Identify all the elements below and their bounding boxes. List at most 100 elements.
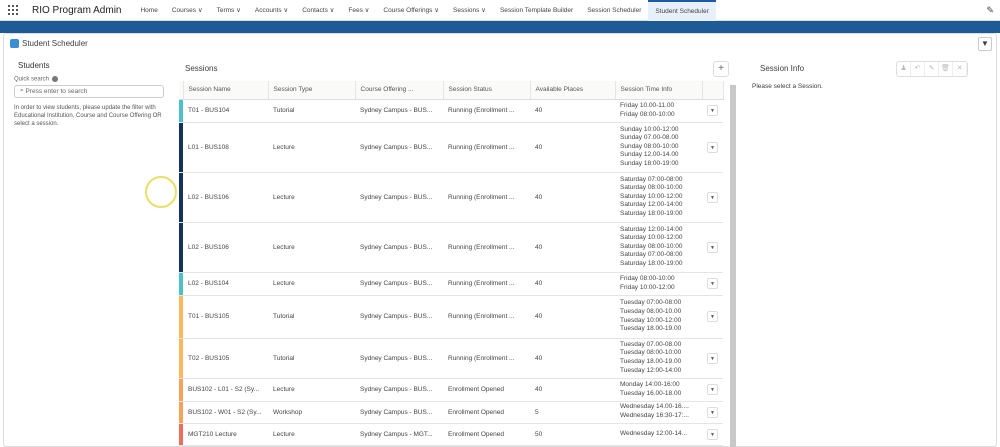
delete-icon[interactable]: 🗑 [939, 62, 953, 76]
row-actions-dropdown[interactable]: ▼ [707, 141, 718, 153]
time-slot: Wednesday 16:30-17:... [620, 412, 689, 419]
cell-name: BUS102 - W01 - S2 (Sy... [183, 401, 268, 424]
cell-time-info: Saturday 12:00-14:00 Saturday 10:00-12:00… [615, 222, 702, 273]
cell-places: 5 [530, 401, 615, 424]
cell-time-info: Friday 08:00-10:00 Friday 10:00-12:00 [615, 272, 702, 296]
cell-type: Tutorial [268, 338, 355, 379]
time-slot: Tuesday 16.00-18.00 [620, 389, 682, 397]
time-slot: Friday 08:00-10:00 [620, 274, 675, 282]
time-slot: Saturday 07:00-08:00 [620, 251, 683, 259]
row-actions-dropdown[interactable]: ▼ [707, 428, 718, 440]
cell-places: 40 [530, 122, 615, 173]
row-actions-dropdown[interactable]: ▼ [707, 241, 718, 253]
nav-tab[interactable]: Accounts ∨ [248, 0, 295, 21]
cell-status: Enrollment Opened [443, 423, 530, 446]
cell-offering: Sydney Campus - BUS... [355, 378, 443, 402]
quick-search-label: Quick search [14, 76, 50, 83]
table-row[interactable]: L01 - BUS108 Lecture Sydney Campus - BUS..… [179, 122, 723, 173]
cell-places: 40 [530, 378, 615, 402]
session-info-actions: ♟ ↶ ✎ 🗑 ✕ [896, 61, 968, 77]
undo-icon[interactable]: ↶ [911, 62, 925, 76]
row-actions-dropdown[interactable]: ▼ [707, 105, 718, 116]
edit-nav-icon[interactable]: ✎ [986, 5, 994, 16]
column-header[interactable]: Available Places [530, 81, 616, 100]
table-row[interactable]: MGT210 Lecture Lecture Sydney Campus - MGT… [179, 423, 723, 446]
nav-tab[interactable]: Student Scheduler [648, 0, 716, 21]
table-row[interactable]: T01 - BUS104 Tutorial Sydney Campus - BUS.… [179, 99, 723, 123]
table-row[interactable]: L02 - BUS106 Lecture Sydney Campus - BUS..… [179, 222, 723, 273]
session-info-message: Please select a Session. [752, 83, 823, 90]
cell-type: Lecture [268, 172, 355, 223]
filter-button[interactable]: ▼ [978, 37, 992, 51]
column-header[interactable]: Course Offering ... [355, 81, 444, 100]
table-row[interactable]: T02 - BUS105 Tutorial Sydney Campus - BUS.… [179, 338, 723, 379]
row-actions-dropdown[interactable]: ▼ [707, 384, 718, 395]
table-scrollbar[interactable] [730, 85, 736, 447]
person-icon[interactable]: ♟ [897, 62, 911, 76]
sessions-title: Sessions [185, 64, 218, 73]
cell-places: 40 [530, 222, 615, 273]
close-icon[interactable]: ✕ [953, 62, 967, 76]
time-slot: Wednesday 12:00-14... [620, 429, 688, 437]
time-slot: Tuesday 07:00-08:00 [620, 299, 682, 307]
search-placeholder: Press enter to search [25, 87, 88, 95]
cell-status: Running (Enrollment ... [443, 222, 530, 273]
table-row[interactable]: T01 - BUS105 Tutorial Sydney Campus - BUS.… [179, 295, 723, 339]
time-slot: Sunday 10:00-12:00 [620, 125, 679, 133]
column-header[interactable]: Session Type [268, 81, 356, 100]
time-slot: Saturday 12:00-14:00 [620, 201, 683, 209]
row-actions-dropdown[interactable]: ▼ [707, 352, 718, 364]
cell-type: Lecture [268, 222, 355, 273]
cell-places: 40 [530, 295, 615, 339]
column-header[interactable]: Session Name [183, 81, 269, 100]
time-slot: Tuesday 08:00-10:00 [620, 349, 682, 357]
edit-icon[interactable]: ✎ [925, 62, 939, 76]
table-row[interactable]: L02 - BUS104 Lecture Sydney Campus - BUS..… [179, 272, 723, 296]
table-row[interactable]: BUS102 - W01 - S2 (Sy... Workshop Sydney C… [179, 401, 723, 424]
cell-places: 40 [530, 99, 615, 123]
cell-offering: Sydney Campus - BUS... [355, 222, 443, 273]
cell-type: Lecture [268, 272, 355, 296]
cell-status: Enrollment Opened [443, 401, 530, 424]
nav-tab[interactable]: Session Scheduler [580, 0, 648, 21]
header-band [0, 21, 1000, 33]
add-session-button[interactable]: + [713, 61, 729, 77]
session-info-title: Session Info [760, 64, 805, 73]
cell-places: 40 [530, 338, 615, 379]
row-actions-dropdown[interactable]: ▼ [707, 406, 718, 418]
students-panel: Students Quick search ⌕ Press enter to s… [14, 61, 164, 128]
nav-tab[interactable]: Home [133, 0, 164, 21]
nav-tab[interactable]: Sessions ∨ [446, 0, 493, 21]
nav-tab[interactable]: Contacts ∨ [295, 0, 341, 21]
row-actions-dropdown[interactable]: ▼ [707, 311, 718, 322]
column-header[interactable]: Session Time Info [615, 81, 703, 100]
cell-offering: Sydney Campus - BUS... [355, 172, 443, 223]
nav-tab[interactable]: Fees ∨ [341, 0, 376, 21]
time-slot: Saturday 12:00-14:00 [620, 225, 683, 233]
app-launcher-icon[interactable] [8, 5, 22, 15]
nav-tabs: Home Courses ∨ Terms ∨ Accounts ∨ Contacts ∨… [133, 0, 716, 21]
time-slot: Tuesday 07.00-08.00 [620, 340, 682, 348]
column-header[interactable]: Session Status [443, 81, 531, 100]
time-slot: Tuesday 08.00-10.00 [620, 307, 682, 315]
time-slot: Friday 10:00-12:00 [620, 283, 675, 291]
row-actions-dropdown[interactable]: ▼ [707, 191, 718, 203]
cell-time-info: Friday 10.00-11.00 Friday 08:00-10:00 [615, 99, 702, 123]
nav-tab[interactable]: Courses ∨ [165, 0, 210, 21]
nav-tab[interactable]: Terms ∨ [210, 0, 248, 21]
nav-tab[interactable]: Course Offerings ∨ [376, 0, 446, 21]
cell-offering: Sydney Campus - BUS... [355, 295, 443, 339]
cell-time-info: Saturday 07:00-08:00 Saturday 08:00-10:00… [615, 172, 702, 223]
cell-places: 40 [530, 172, 615, 223]
cell-time-info: Wednesday 12:00-14... [615, 423, 702, 446]
info-icon[interactable] [52, 76, 59, 82]
scheduler-icon [10, 39, 19, 48]
time-slot: Friday 08:00-10:00 [620, 110, 675, 118]
table-row[interactable]: L02 - BUS106 Lecture Sydney Campus - BUS..… [179, 172, 723, 223]
time-slot: Sunday 18:00-19:00 [620, 159, 679, 167]
row-actions-dropdown[interactable]: ▼ [707, 278, 718, 289]
table-row[interactable]: BUS102 - L01 - S2 (Sy... Lecture Sydney Ca… [179, 378, 723, 402]
nav-tab[interactable]: Session Template Builder [493, 0, 580, 21]
time-slot: Tuesday 10:00-12:00 [620, 316, 682, 324]
student-search-input[interactable]: ⌕ Press enter to search [14, 84, 164, 98]
